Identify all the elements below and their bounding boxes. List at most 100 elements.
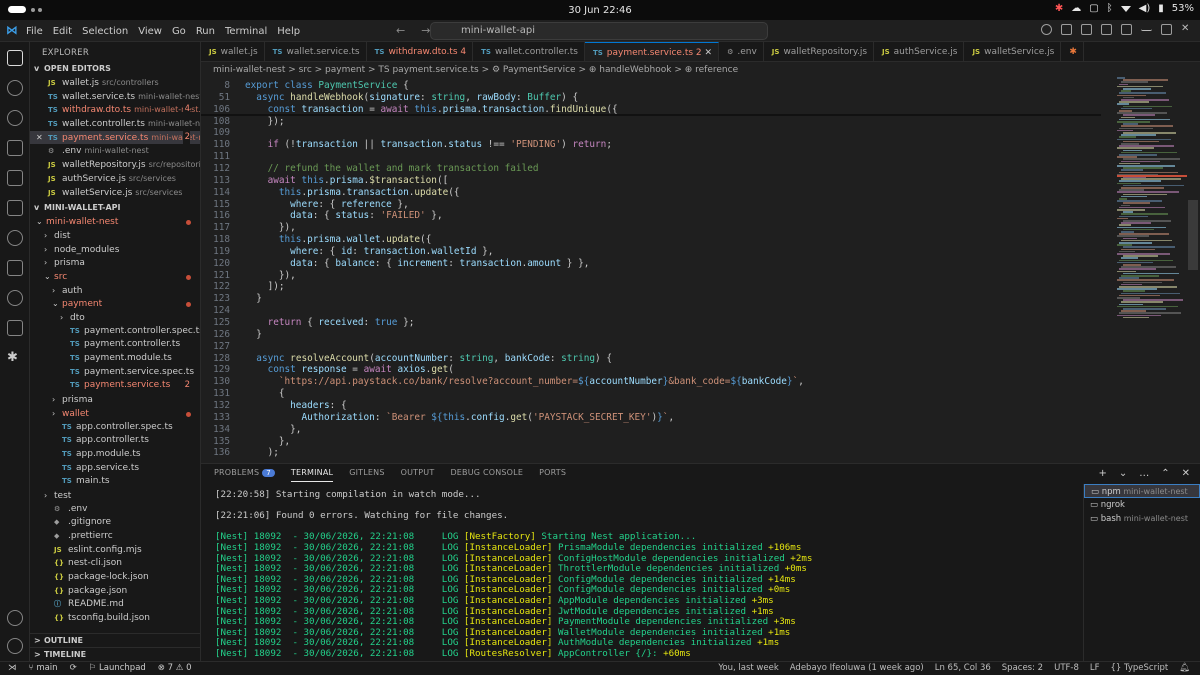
panel-tab-gitlens[interactable]: GITLENS (349, 468, 384, 482)
menu-item-go[interactable]: Go (172, 26, 186, 37)
file-item[interactable]: ⓘ README.md (30, 598, 200, 612)
file-item[interactable]: TS payment.controller.spec.ts (30, 325, 200, 339)
code-line[interactable]: ); (245, 447, 279, 458)
file-item[interactable]: ◆ .gitignore (30, 516, 200, 530)
explorer-icon[interactable] (7, 50, 23, 66)
close-icon[interactable]: ✕ (36, 131, 43, 145)
code-line[interactable]: headers: { (245, 400, 346, 411)
folder-item[interactable]: › wallet (30, 407, 200, 421)
editor-tab[interactable]: JS authService.js (874, 42, 965, 61)
terminal-instance[interactable]: ▭ bash mini-wallet-nest (1084, 512, 1200, 526)
tab-overflow-icon[interactable]: ✱ (1061, 42, 1084, 61)
code-line[interactable]: this.prisma.wallet.update({ (245, 234, 431, 245)
editor-scrollbar[interactable] (1188, 200, 1198, 270)
code-line[interactable]: if (!transaction || transaction.status !… (245, 139, 612, 150)
file-item[interactable]: {} package.json (30, 585, 200, 599)
file-item[interactable]: {} tsconfig.build.json (30, 612, 200, 626)
file-item[interactable]: {} package-lock.json (30, 571, 200, 585)
command-center-search[interactable]: mini-wallet-api (430, 22, 768, 40)
file-item[interactable]: TS app.service.ts (30, 462, 200, 476)
editor-tab[interactable]: TS withdraw.dto.ts 4 (367, 42, 474, 61)
close-panel-icon[interactable]: ✕ (1182, 468, 1190, 479)
blame-you[interactable]: You, last week (718, 663, 778, 673)
code-line[interactable]: }); (245, 116, 285, 127)
back-arrow-icon[interactable]: ← (396, 24, 405, 37)
open-editor-item[interactable]: ✕ TS payment.service.tsmini-wallet-n...2 (30, 130, 200, 145)
code-line[interactable]: } (245, 329, 262, 340)
terminal-instance[interactable]: ▭ npm mini-wallet-nest (1084, 484, 1200, 498)
python-icon[interactable] (7, 230, 23, 246)
system-tray[interactable]: ✱ ☁ ▢ ᛒ ◀) ▮ 53% (1055, 3, 1194, 14)
launchpad-button[interactable]: ⚐ Launchpad (89, 663, 146, 673)
minimap[interactable] (1117, 77, 1187, 327)
code-line[interactable]: Authorization: `Bearer ${this.config.get… (245, 412, 674, 423)
editor-tab[interactable]: TS wallet.controller.ts (473, 42, 585, 61)
gitlens-icon[interactable] (7, 290, 23, 306)
file-item[interactable]: TS app.controller.ts (30, 434, 200, 448)
file-item[interactable]: JS eslint.config.mjs (30, 544, 200, 558)
language-mode[interactable]: {} TypeScript (1111, 663, 1169, 673)
remote-explorer-icon[interactable] (7, 170, 23, 186)
code-line[interactable]: return { received: true }; (245, 317, 415, 328)
toggle-sidebar-icon[interactable] (1061, 24, 1072, 35)
folder-item[interactable]: › auth (30, 284, 200, 298)
code-line[interactable]: } (245, 293, 262, 304)
source-control-icon[interactable] (7, 110, 23, 126)
cursor-position[interactable]: Ln 65, Col 36 (935, 663, 991, 673)
code-line[interactable]: where: { id: transaction.walletId }, (245, 246, 493, 257)
menu-item-file[interactable]: File (26, 26, 43, 37)
open-editor-item[interactable]: JS walletRepository.jssrc/repositories (30, 158, 200, 172)
notifications-bell-icon[interactable]: 🔔︎ (1179, 663, 1190, 673)
menu-item-view[interactable]: View (138, 26, 162, 37)
code-line[interactable]: export class PaymentService { (245, 80, 409, 91)
file-item[interactable]: ◆ .prettierrc (30, 530, 200, 544)
file-item[interactable]: ⚙ .env (30, 503, 200, 517)
code-line[interactable]: data: { balance: { increment: transactio… (245, 258, 589, 269)
folder-icon[interactable] (7, 260, 23, 276)
indentation[interactable]: Spaces: 2 (1002, 663, 1043, 673)
sync-icon[interactable]: ⟳ (70, 663, 77, 673)
panel-tab-debug-console[interactable]: DEBUG CONSOLE (450, 468, 523, 482)
project-header[interactable]: v MINI-WALLET-API (30, 201, 200, 215)
folder-item[interactable]: › test (30, 489, 200, 503)
menu-item-help[interactable]: Help (277, 26, 300, 37)
file-item[interactable]: TS app.controller.spec.ts (30, 421, 200, 435)
minimize-icon[interactable] (1141, 24, 1152, 31)
account-icon[interactable] (7, 610, 23, 626)
terminal-dropdown-icon[interactable]: ⌄ (1119, 468, 1127, 479)
extensions-icon[interactable] (7, 200, 23, 216)
tab-close-icon[interactable]: ✕ (702, 48, 713, 58)
editor-tab[interactable]: TS payment.service.ts 2 ✕ (584, 42, 720, 61)
open-editor-item[interactable]: TS wallet.controller.tsmini-wallet-nest/s… (30, 117, 200, 131)
code-line[interactable]: async handleWebhook(signature: string, r… (245, 91, 579, 103)
panel-tab-ports[interactable]: PORTS (539, 468, 566, 482)
code-line[interactable]: }), (245, 222, 296, 233)
code-line[interactable]: data: { status: 'FAILED' }, (245, 210, 442, 221)
file-item[interactable]: TS payment.module.ts (30, 352, 200, 366)
code-line[interactable]: }, (245, 424, 301, 435)
extension-star-icon[interactable]: ✱ (7, 350, 23, 366)
folder-item[interactable]: ⌄ src (30, 270, 200, 284)
menu-item-run[interactable]: Run (196, 26, 215, 37)
folder-item[interactable]: ⌄ payment (30, 297, 200, 311)
problems-indicator[interactable]: ⊗ 7 ⚠ 0 (158, 663, 192, 673)
file-item[interactable]: TS main.ts (30, 475, 200, 489)
code-line[interactable]: // refund the wallet and mark transactio… (245, 163, 539, 174)
new-terminal-icon[interactable]: + (1098, 468, 1106, 479)
panel-tab-terminal[interactable]: TERMINAL (290, 468, 334, 482)
timeline-section[interactable]: > TIMELINE (30, 647, 201, 662)
settings-gear-icon[interactable] (7, 638, 23, 654)
toggle-secondary-sidebar-icon[interactable] (1101, 24, 1112, 35)
customize-layout-icon[interactable] (1121, 24, 1132, 35)
open-editor-item[interactable]: TS wallet.service.tsmini-wallet-nest/src/… (30, 90, 200, 104)
folder-item[interactable]: › node_modules (30, 243, 200, 257)
menu-item-selection[interactable]: Selection (82, 26, 128, 37)
editor-tab[interactable]: TS wallet.service.ts (265, 42, 367, 61)
run-debug-icon[interactable] (7, 140, 23, 156)
code-line[interactable]: await this.prisma.$transaction([ (245, 175, 449, 186)
folder-item[interactable]: › prisma (30, 256, 200, 270)
close-icon[interactable]: ✕ (1181, 24, 1192, 35)
file-item[interactable]: TS payment.service.spec.ts (30, 366, 200, 380)
code-line[interactable]: { (245, 388, 285, 399)
terminal-output[interactable]: [22:20:58] Starting compilation in watch… (215, 490, 1075, 660)
